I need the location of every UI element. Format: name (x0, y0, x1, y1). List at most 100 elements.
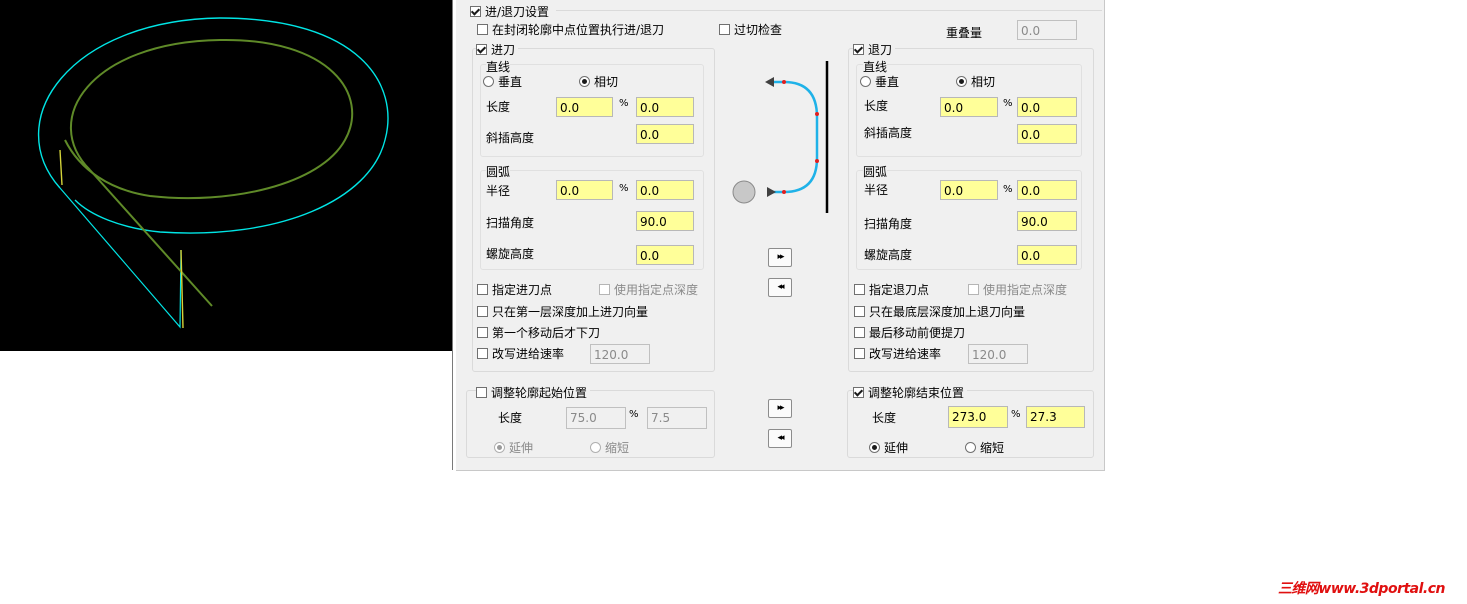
adjust-start-percent-field[interactable]: 7.5 (647, 407, 707, 429)
adjust-start-length-field[interactable]: 75.0 (566, 407, 626, 429)
exit-feed-row[interactable]: 改写进给速率 (854, 345, 941, 362)
gouge-check-checkbox[interactable] (719, 24, 730, 35)
exit-length-label: 长度 (864, 99, 889, 113)
exit-before-move-label: 最后移动前便提刀 (869, 326, 966, 340)
adjust-start-extend-option[interactable]: 延伸 (494, 439, 533, 456)
entry-feed-row[interactable]: 改写进给速率 (477, 345, 564, 362)
entry-tangent-option[interactable]: 相切 (579, 73, 618, 90)
exit-arc-title: 圆弧 (863, 163, 888, 180)
entry-helix-field[interactable]: 0.0 (636, 245, 694, 265)
entry-radius-percent-field[interactable]: 0.0 (636, 180, 694, 200)
adjust-end-row[interactable]: 调整轮廓结束位置 (853, 384, 968, 401)
exit-point-depth-checkbox[interactable] (968, 284, 979, 295)
exit-point-checkbox[interactable] (854, 284, 865, 295)
adjust-end-extend-radio[interactable] (869, 442, 880, 453)
adjust-start-row[interactable]: 调整轮廓起始位置 (476, 384, 591, 401)
entry-radius-field[interactable]: 0.0 (556, 180, 613, 200)
entry-exit-checkbox[interactable] (470, 6, 481, 17)
entry-point-label: 指定进刀点 (492, 283, 553, 297)
entry-point-checkbox[interactable] (477, 284, 488, 295)
entry-length-field[interactable]: 0.0 (556, 97, 613, 117)
exit-label: 退刀 (868, 43, 893, 57)
entry-tangent-radio[interactable] (579, 76, 590, 87)
closed-midpoint-checkbox[interactable] (477, 24, 488, 35)
entry-exit-label: 进/退刀设置 (485, 5, 550, 19)
entry-checkbox[interactable] (476, 44, 487, 55)
entry-length-percent: % (619, 98, 629, 109)
copy-end-to-start-button[interactable]: ◂◂ (768, 429, 792, 448)
exit-point-row[interactable]: 指定退刀点 (854, 281, 929, 298)
adjust-start-shorten-option[interactable]: 缩短 (590, 439, 629, 456)
adjust-start-label: 调整轮廓起始位置 (491, 386, 588, 400)
copy-exit-to-entry-button[interactable]: ◂◂ (768, 278, 792, 297)
watermark: 三维网www.3dportal.cn (1277, 581, 1446, 597)
adjust-end-shorten-option[interactable]: 缩短 (965, 439, 1004, 456)
entry-radius-label: 半径 (486, 184, 511, 198)
entry-first-depth-row[interactable]: 只在第一层深度加上进刀向量 (477, 303, 648, 320)
exit-radius-label: 半径 (864, 183, 889, 197)
toolpath-preview (37, 17, 389, 329)
entry-ramp-field[interactable]: 0.0 (636, 124, 694, 144)
graphics-viewport[interactable] (0, 0, 452, 351)
entry-feed-checkbox[interactable] (477, 348, 488, 359)
gouge-check-row[interactable]: 过切检查 (719, 21, 782, 38)
entry-sweep-field[interactable]: 90.0 (636, 211, 694, 231)
inner-lead (89, 169, 213, 307)
copy-entry-to-exit-button[interactable]: ▸▸ (768, 248, 792, 267)
exit-feed-checkbox[interactable] (854, 348, 865, 359)
exit-last-depth-row[interactable]: 只在最底层深度加上退刀向量 (854, 303, 1025, 320)
entry-point-row[interactable]: 指定进刀点 (477, 281, 552, 298)
exit-last-depth-checkbox[interactable] (854, 306, 865, 317)
exit-radius-percent-field[interactable]: 0.0 (1017, 180, 1077, 200)
entry-after-move-row[interactable]: 第一个移动后才下刀 (477, 324, 600, 341)
entry-feed-field[interactable]: 120.0 (590, 344, 650, 364)
entry-perpendicular-radio[interactable] (483, 76, 494, 87)
exit-tangent-radio[interactable] (956, 76, 967, 87)
exit-helix-field[interactable]: 0.0 (1017, 245, 1077, 265)
exit-radius-field[interactable]: 0.0 (940, 180, 998, 200)
exit-ramp-field[interactable]: 0.0 (1017, 124, 1077, 144)
exit-row[interactable]: 退刀 (853, 41, 896, 58)
exit-length-percent-field[interactable]: 0.0 (1017, 97, 1077, 117)
exit-sweep-field[interactable]: 90.0 (1017, 211, 1077, 231)
exit-before-move-row[interactable]: 最后移动前便提刀 (854, 324, 965, 341)
entry-after-move-checkbox[interactable] (477, 327, 488, 338)
exit-checkbox[interactable] (853, 44, 864, 55)
entry-perpendicular-option[interactable]: 垂直 (483, 73, 522, 90)
adjust-end-checkbox[interactable] (853, 387, 864, 398)
entry-exit-dialog: 进/退刀设置 在封闭轮廓中点位置执行进/退刀 过切检查 重叠量 0.0 进刀 直… (456, 0, 1105, 471)
entry-exit-preview (732, 61, 829, 213)
copy-start-to-end-button[interactable]: ▸▸ (768, 399, 792, 418)
adjust-start-shorten-radio[interactable] (590, 442, 601, 453)
overlap-field[interactable]: 0.0 (1017, 20, 1077, 40)
entry-exit-setting-row[interactable]: 进/退刀设置 (470, 3, 549, 20)
inner-contour (64, 38, 354, 200)
gouge-check-label: 过切检查 (734, 23, 783, 37)
entry-row[interactable]: 进刀 (476, 41, 519, 58)
exit-point-depth-row[interactable]: 使用指定点深度 (968, 281, 1067, 298)
entry-point-depth-checkbox[interactable] (599, 284, 610, 295)
exit-tangent-option[interactable]: 相切 (956, 73, 995, 90)
exit-ramp-label: 斜插高度 (864, 126, 913, 140)
exit-length-field[interactable]: 0.0 (940, 97, 998, 117)
entry-first-depth-label: 只在第一层深度加上进刀向量 (492, 305, 649, 319)
closed-midpoint-row[interactable]: 在封闭轮廓中点位置执行进/退刀 (477, 21, 664, 38)
adjust-end-shorten-radio[interactable] (965, 442, 976, 453)
entry-sweep-label: 扫描角度 (486, 216, 535, 230)
entry-point-depth-row[interactable]: 使用指定点深度 (599, 281, 698, 298)
exit-sweep-label: 扫描角度 (864, 217, 913, 231)
exit-perpendicular-option[interactable]: 垂直 (860, 73, 899, 90)
entry-first-depth-checkbox[interactable] (477, 306, 488, 317)
adjust-end-length-field[interactable]: 273.0 (948, 406, 1008, 428)
adjust-start-extend-radio[interactable] (494, 442, 505, 453)
header-divider (556, 10, 1102, 11)
exit-before-move-checkbox[interactable] (854, 327, 865, 338)
entry-length-percent-field[interactable]: 0.0 (636, 97, 694, 117)
adjust-end-percent-field[interactable]: 27.3 (1026, 406, 1085, 428)
adjust-start-checkbox[interactable] (476, 387, 487, 398)
exit-radius-percent: % (1003, 184, 1013, 195)
adjust-end-shorten-label: 缩短 (980, 441, 1005, 455)
adjust-end-extend-option[interactable]: 延伸 (869, 439, 908, 456)
exit-perpendicular-radio[interactable] (860, 76, 871, 87)
exit-feed-field[interactable]: 120.0 (968, 344, 1028, 364)
